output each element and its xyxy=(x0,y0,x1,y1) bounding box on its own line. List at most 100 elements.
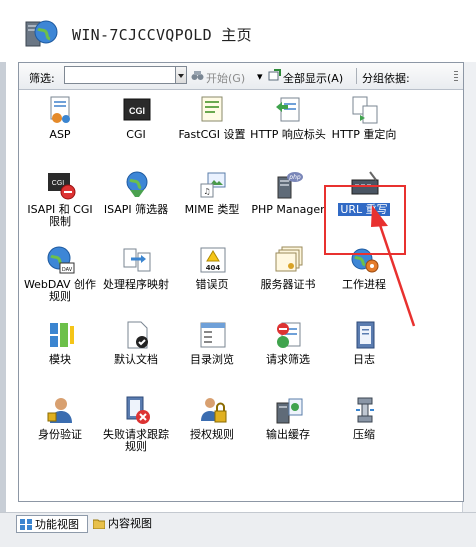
authorization-rules-icon xyxy=(201,398,227,423)
isapi-cgi-restrictions-icon: CGI xyxy=(48,173,76,200)
features-view-icon xyxy=(20,519,32,530)
feature-compression[interactable]: 压缩 xyxy=(328,395,400,465)
svg-text:CGI: CGI xyxy=(129,106,145,116)
fastcgi-icon xyxy=(201,96,223,122)
feature-fastcgi[interactable]: FastCGI 设置 xyxy=(176,95,248,165)
feature-label: WebDAV 创作规则 xyxy=(23,278,97,303)
show-all-button[interactable]: 全部显示(A) xyxy=(283,70,343,86)
feature-label: PHP Manager xyxy=(251,203,325,216)
feature-label: 目录浏览 xyxy=(190,353,234,366)
svg-text:DAV: DAV xyxy=(62,267,73,273)
feature-label: ASP xyxy=(49,128,71,141)
filter-dropdown-button[interactable] xyxy=(175,66,187,84)
feature-label: 输出缓存 xyxy=(266,428,310,441)
content-view-icon xyxy=(93,519,105,529)
http-redirect-icon xyxy=(352,96,378,124)
feature-php-manager[interactable]: php PHP Manager xyxy=(251,170,325,240)
feature-cgi[interactable]: CGI CGI xyxy=(100,95,172,165)
authentication-icon xyxy=(47,398,72,423)
feature-http-redirect[interactable]: HTTP 重定向 xyxy=(328,95,400,165)
toolbar-separator xyxy=(356,68,357,84)
server-certificates-icon xyxy=(275,246,303,272)
feature-request-filtering[interactable]: 请求筛选 xyxy=(252,320,324,390)
feature-mime-types[interactable]: ♫ MIME 类型 xyxy=(176,170,248,240)
isapi-filters-icon xyxy=(126,171,148,197)
feature-directory-browsing[interactable]: 目录浏览 xyxy=(176,320,248,390)
view-switcher-bar: 功能视图 内容视图 xyxy=(0,512,476,547)
failed-request-tracing-icon xyxy=(126,396,150,424)
directory-browsing-icon xyxy=(200,322,226,348)
feature-webdav[interactable]: DAV WebDAV 创作规则 xyxy=(24,245,96,315)
feature-label: 模块 xyxy=(49,353,71,366)
feature-isapi-filters[interactable]: ISAPI 筛选器 xyxy=(100,170,172,240)
feature-label: MIME 类型 xyxy=(184,203,240,216)
feature-label: FastCGI 设置 xyxy=(178,128,246,141)
output-caching-icon xyxy=(276,398,303,424)
feature-label: 默认文档 xyxy=(114,353,158,366)
handler-mappings-icon xyxy=(123,248,151,272)
vertical-scrollbar[interactable] xyxy=(462,62,476,512)
left-splitter xyxy=(0,62,6,512)
webdav-icon: DAV xyxy=(47,246,75,274)
binoculars-icon xyxy=(191,71,204,80)
annotation-highlight-box xyxy=(324,185,406,255)
features-view-label: 功能视图 xyxy=(35,518,79,531)
feature-label: HTTP 响应标头 xyxy=(250,128,326,141)
filter-label: 筛选: xyxy=(29,72,55,85)
server-globe-icon xyxy=(25,20,58,47)
feature-authentication[interactable]: 身份验证 xyxy=(24,395,96,465)
toolbar-grip xyxy=(454,71,458,81)
feature-label: 请求筛选 xyxy=(266,353,310,366)
feature-label: 日志 xyxy=(353,353,375,366)
filter-input[interactable] xyxy=(64,66,176,84)
compression-icon xyxy=(356,397,374,423)
request-filtering-icon xyxy=(277,322,301,348)
feature-label: 压缩 xyxy=(353,428,375,441)
feature-modules[interactable]: 模块 xyxy=(24,320,96,390)
feature-label: CGI xyxy=(126,128,146,141)
feature-failed-request-tracing[interactable]: 失败请求跟踪规则 xyxy=(100,395,172,465)
feature-label: ISAPI 和 CGI 限制 xyxy=(27,203,93,228)
cgi-icon: CGI xyxy=(123,98,151,121)
default-document-icon xyxy=(127,321,148,349)
feature-grid: ASP CGI CGI FastCGI 设置 HTTP 响应标头 HTTP 重定… xyxy=(19,90,463,501)
error-pages-icon: 404 xyxy=(200,247,226,273)
feature-label: 错误页 xyxy=(195,278,229,291)
start-filter-button[interactable]: 开始(G) xyxy=(206,70,245,86)
content-view-tab[interactable]: 内容视图 xyxy=(90,515,162,533)
feature-isapi-cgi-restrictions[interactable]: CGI ISAPI 和 CGI 限制 xyxy=(24,170,96,240)
page-title: WIN-7CJCCVQPOLD 主页 xyxy=(72,26,252,44)
start-dropdown-icon[interactable]: ▾ xyxy=(257,70,263,83)
asp-icon xyxy=(50,96,70,123)
show-all-icon xyxy=(268,69,281,81)
feature-default-document[interactable]: 默认文档 xyxy=(100,320,172,390)
feature-error-pages[interactable]: 404 错误页 xyxy=(176,245,248,315)
php-manager-icon: php xyxy=(277,172,303,199)
feature-handler-mappings[interactable]: 处理程序映射 xyxy=(100,245,172,315)
feature-label: 授权规则 xyxy=(190,428,234,441)
feature-worker-processes[interactable]: 工作进程 xyxy=(328,245,400,315)
group-by-label[interactable]: 分组依据: xyxy=(362,70,410,86)
feature-label: 身份验证 xyxy=(38,428,82,441)
svg-text:php: php xyxy=(288,174,301,181)
feature-label: 失败请求跟踪规则 xyxy=(103,428,169,453)
feature-label: 处理程序映射 xyxy=(103,278,169,291)
feature-logging[interactable]: 日志 xyxy=(328,320,400,390)
feature-output-caching[interactable]: 输出缓存 xyxy=(252,395,324,465)
features-panel: 筛选: 开始(G) ▾ 全部显示(A) 分组依据: ASP CGI CGI Fa… xyxy=(18,62,464,502)
svg-text:♫: ♫ xyxy=(203,187,210,196)
modules-icon xyxy=(48,323,74,347)
content-view-label: 内容视图 xyxy=(108,517,152,530)
feature-asp[interactable]: ASP xyxy=(24,95,96,165)
svg-text:404: 404 xyxy=(206,264,221,272)
feature-authorization-rules[interactable]: 授权规则 xyxy=(176,395,248,465)
page-header: WIN-7CJCCVQPOLD 主页 xyxy=(0,0,476,62)
features-view-tab[interactable]: 功能视图 xyxy=(16,515,88,533)
feature-http-response-headers[interactable]: HTTP 响应标头 xyxy=(250,95,326,165)
feature-server-certificates[interactable]: 服务器证书 xyxy=(252,245,324,315)
logging-icon xyxy=(356,321,375,349)
feature-label: 工作进程 xyxy=(342,278,386,291)
filter-toolbar: 筛选: 开始(G) ▾ 全部显示(A) 分组依据: xyxy=(19,63,463,90)
feature-label: HTTP 重定向 xyxy=(331,128,397,141)
mime-types-icon: ♫ xyxy=(200,172,226,198)
